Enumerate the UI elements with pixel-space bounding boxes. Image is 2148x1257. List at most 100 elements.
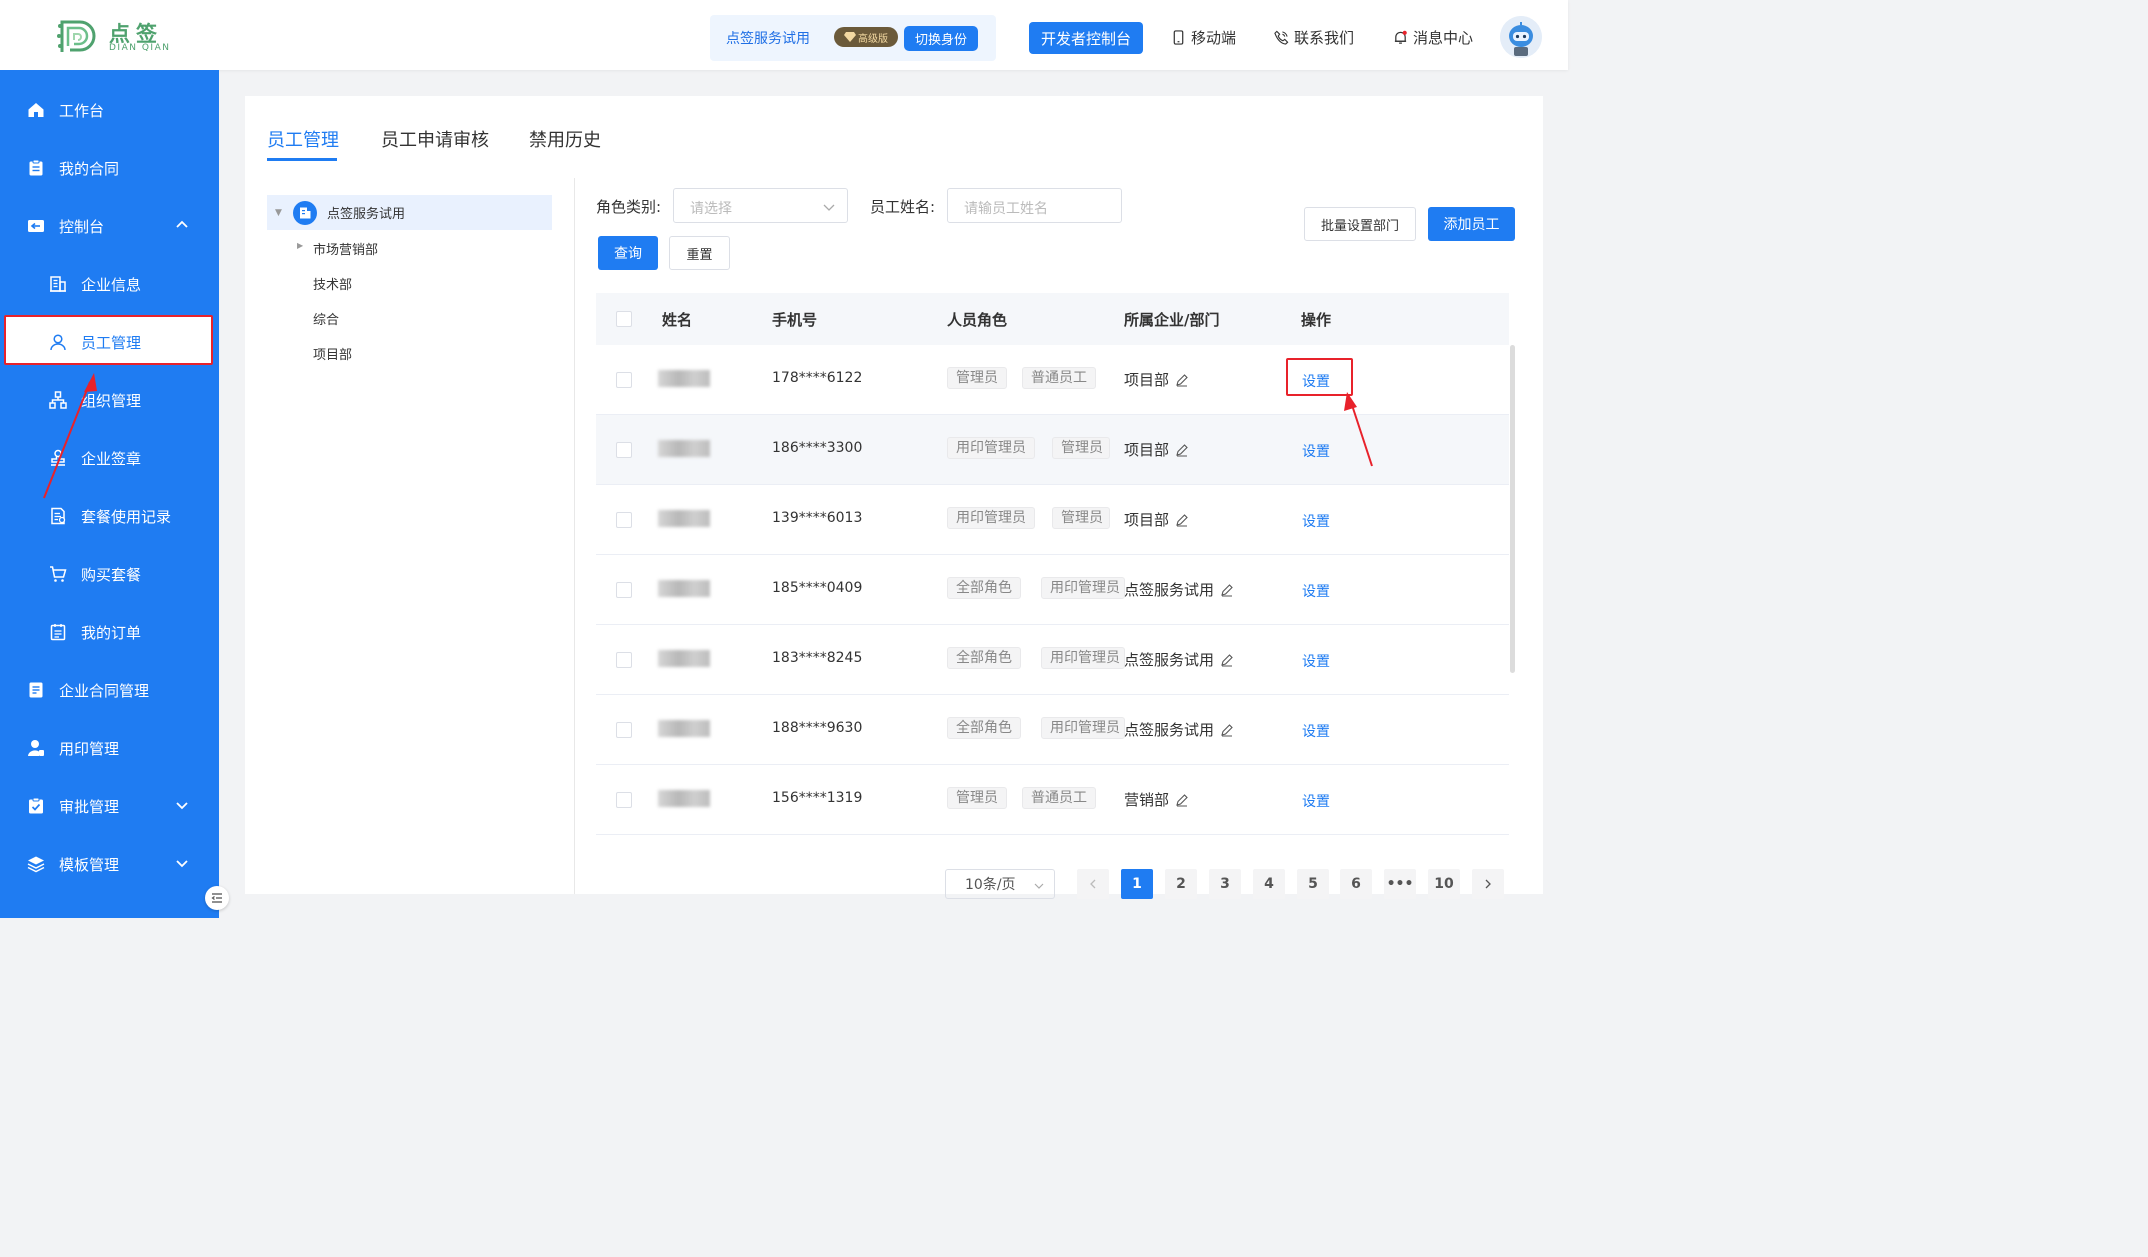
table-header: 姓名 手机号 人员角色 所属企业/部门 操作 — [596, 293, 1509, 345]
sidebar-item-label: 组织管理 — [81, 391, 142, 410]
role-tag: 用印管理员 — [947, 507, 1035, 529]
role-tag: 普通员工 — [1022, 367, 1096, 389]
tree-root-node[interactable]: ▼ 点签服务试用 — [267, 195, 552, 230]
name-filter-label: 员工姓名: — [870, 198, 936, 216]
role-tag: 管理员 — [947, 787, 1007, 809]
employee-name-redacted — [658, 370, 710, 387]
tab-disabled-history[interactable]: 禁用历史 — [529, 126, 601, 152]
next-page-button[interactable] — [1472, 869, 1504, 899]
role-tag: 用印管理员 — [1041, 577, 1125, 599]
sidebar-item-buy-package[interactable]: 购买套餐 — [0, 552, 219, 596]
page-ellipsis[interactable]: ••• — [1384, 869, 1416, 899]
employee-phone: 186****3300 — [772, 440, 863, 456]
sidebar-item-label: 我的订单 — [81, 623, 142, 642]
row-checkbox[interactable] — [616, 442, 632, 458]
employee-name-input[interactable]: 请输员工姓名 — [947, 188, 1122, 223]
edit-pencil-icon[interactable] — [1220, 583, 1234, 597]
sidebar-item-employee-management[interactable]: 员工管理 — [0, 320, 219, 364]
sidebar-item-workbench[interactable]: 工作台 — [0, 88, 219, 132]
edit-pencil-icon[interactable] — [1175, 513, 1189, 527]
sidebar-item-my-orders[interactable]: 我的订单 — [0, 610, 219, 654]
logo-mark-icon — [57, 20, 96, 52]
role-tag: 管理员 — [1052, 507, 1110, 529]
bell-icon — [1394, 30, 1407, 44]
sidebar-item-enterprise-contracts[interactable]: 企业合同管理 — [0, 668, 219, 712]
page-button[interactable]: 5 — [1297, 869, 1329, 899]
tree-node-marketing[interactable]: 市场营销部 — [313, 239, 378, 258]
chevron-up-icon — [176, 220, 188, 228]
employee-department: 项目部 — [1124, 509, 1189, 530]
table-scrollbar[interactable] — [1510, 345, 1515, 673]
tree-node-project[interactable]: 项目部 — [313, 344, 352, 363]
row-checkbox[interactable] — [616, 582, 632, 598]
settings-link[interactable]: 设置 — [1302, 721, 1330, 741]
edit-pencil-icon[interactable] — [1175, 443, 1189, 457]
sidebar-item-template[interactable]: 模板管理 — [0, 842, 219, 886]
message-center-link[interactable]: 消息中心 — [1393, 27, 1473, 48]
page-button[interactable]: 2 — [1165, 869, 1197, 899]
row-checkbox[interactable] — [616, 372, 632, 388]
tab-employee-management[interactable]: 员工管理 — [267, 126, 339, 152]
row-checkbox[interactable] — [616, 652, 632, 668]
tree-node-tech[interactable]: 技术部 — [313, 274, 352, 293]
edit-pencil-icon[interactable] — [1220, 723, 1234, 737]
employee-department: 项目部 — [1124, 369, 1189, 390]
home-icon — [27, 101, 45, 119]
row-checkbox[interactable] — [616, 512, 632, 528]
role-tag: 普通员工 — [1022, 787, 1096, 809]
prev-page-button[interactable] — [1077, 869, 1109, 899]
sidebar-item-my-contracts[interactable]: 我的合同 — [0, 146, 219, 190]
edit-pencil-icon[interactable] — [1175, 793, 1189, 807]
employee-name-redacted — [658, 440, 710, 457]
column-header-department: 所属企业/部门 — [1124, 311, 1220, 329]
edit-pencil-icon[interactable] — [1220, 653, 1234, 667]
page-button[interactable]: 6 — [1340, 869, 1372, 899]
sidebar-collapse-button[interactable] — [205, 886, 229, 910]
page-button[interactable]: 1 — [1121, 869, 1153, 899]
tab-employee-application-review[interactable]: 员工申请审核 — [381, 126, 489, 152]
contact-link[interactable]: 联系我们 — [1274, 27, 1354, 48]
settings-link[interactable]: 设置 — [1302, 651, 1330, 671]
sidebar-item-approval[interactable]: 审批管理 — [0, 784, 219, 828]
developer-console-button[interactable]: 开发者控制台 — [1029, 22, 1143, 54]
tree-node-general[interactable]: 综合 — [313, 309, 339, 328]
page-size-select[interactable]: 10条/页 — [945, 869, 1055, 899]
tree-collapse-caret-icon[interactable]: ▶ — [297, 241, 303, 250]
logo[interactable]: 点签 DIAN QIAN — [54, 10, 174, 60]
settings-link[interactable]: 设置 — [1302, 791, 1330, 811]
switch-identity-button[interactable]: 切换身份 — [904, 26, 978, 51]
row-checkbox[interactable] — [616, 722, 632, 738]
sidebar-item-label: 企业合同管理 — [59, 681, 150, 700]
select-all-checkbox[interactable] — [616, 311, 632, 327]
sidebar-item-company-seal[interactable]: 企业签章 — [0, 436, 219, 480]
table-row: 188****9630 全部角色 用印管理员 点签服务试用 设置 — [596, 695, 1509, 765]
sidebar-item-org-management[interactable]: 组织管理 — [0, 378, 219, 422]
role-tag: 全部角色 — [947, 717, 1021, 739]
add-employee-button[interactable]: 添加员工 — [1428, 207, 1515, 241]
contact-label: 联系我们 — [1294, 29, 1355, 47]
sidebar-item-label: 控制台 — [59, 217, 105, 236]
page-button[interactable]: 10 — [1428, 869, 1460, 899]
reset-button[interactable]: 重置 — [669, 236, 730, 270]
sidebar-item-package-records[interactable]: 套餐使用记录 — [0, 494, 219, 538]
mobile-link[interactable]: 移动端 — [1171, 27, 1236, 48]
settings-link[interactable]: 设置 — [1302, 441, 1330, 461]
settings-link[interactable]: 设置 — [1302, 581, 1330, 601]
page-button[interactable]: 3 — [1209, 869, 1241, 899]
query-button[interactable]: 查询 — [598, 236, 658, 270]
tree-expand-caret-icon[interactable]: ▼ — [275, 208, 285, 218]
row-checkbox[interactable] — [616, 792, 632, 808]
sidebar-item-console[interactable]: 控制台 — [0, 204, 219, 248]
sidebar-item-label: 员工管理 — [81, 333, 142, 352]
role-select[interactable]: 请选择 — [673, 188, 848, 223]
edit-pencil-icon[interactable] — [1175, 373, 1189, 387]
page-button[interactable]: 4 — [1253, 869, 1285, 899]
sidebar-item-seal-management[interactable]: 用印管理 — [0, 726, 219, 770]
sidebar-item-company-info[interactable]: 企业信息 — [0, 262, 219, 306]
telephone-icon — [1274, 30, 1289, 45]
batch-set-department-button[interactable]: 批量设置部门 — [1304, 207, 1416, 241]
employee-phone: 178****6122 — [772, 370, 863, 386]
department-label: 点签服务试用 — [1124, 581, 1215, 599]
settings-link[interactable]: 设置 — [1302, 511, 1330, 531]
avatar[interactable] — [1500, 16, 1542, 58]
